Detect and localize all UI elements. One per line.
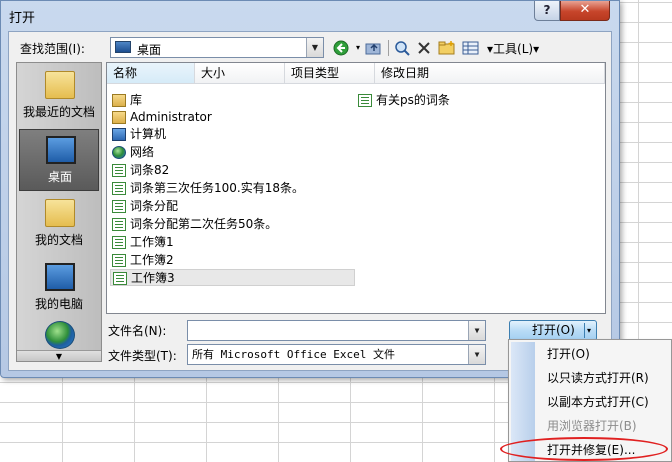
excel-file-icon [358,94,372,107]
list-item[interactable]: Administrator [110,109,212,126]
place-label: 桌面 [47,170,72,184]
user-folder-icon [112,111,126,124]
place-my-documents[interactable]: 我的文档 [19,193,99,255]
file-name: Administrator [130,110,212,124]
lookin-dropdown[interactable]: 桌面 ▼ [110,37,324,58]
excel-file-icon [112,218,126,231]
list-item[interactable]: 库 [110,92,142,109]
search-web-icon[interactable] [393,38,411,58]
list-item[interactable]: 工作簿2 [110,252,174,269]
list-item[interactable]: 词条分配 [110,198,178,215]
back-dropdown-icon[interactable]: ▾ [354,38,362,58]
file-name: 词条分配第二次任务50条。 [130,217,278,231]
documents-folder-icon [45,199,75,227]
chevron-down-icon[interactable]: ▾ [587,321,591,340]
list-item[interactable]: 有关ps的词条 [356,92,450,109]
excel-file-icon [113,272,127,285]
new-folder-icon[interactable] [437,38,457,58]
open-button-divider [584,323,585,338]
excel-file-icon [112,254,126,267]
file-name: 有关ps的词条 [376,93,450,107]
open-button-label: 打开(O) [532,323,575,337]
filename-label: 文件名(N): [108,324,167,338]
column-header-type[interactable]: 项目类型 [285,63,375,84]
list-item[interactable]: 网络 [110,144,154,161]
filetype-value: 所有 Microsoft Office Excel 文件 [192,348,395,361]
list-item[interactable]: 词条82 [110,162,169,179]
chevron-down-icon[interactable]: ▼ [468,321,485,340]
file-name: 工作簿2 [130,253,174,267]
place-label: 我的文档 [34,233,83,247]
file-list[interactable]: 名称 大小 项目类型 修改日期 库 Administrator 计算机 网络 词… [106,62,606,314]
excel-file-icon [112,200,126,213]
recent-folder-icon [45,71,75,99]
excel-file-icon [112,182,126,195]
dialog-titlebar[interactable]: 打开 ? ✕ [1,1,621,31]
column-header-name[interactable]: 名称 [107,63,195,84]
place-label: 我的电脑 [34,297,83,311]
up-folder-icon[interactable] [364,38,384,58]
excel-file-icon [112,164,126,177]
tools-menu[interactable]: ▾工具(L)▾ [487,40,539,57]
list-item[interactable]: 工作簿1 [110,234,174,251]
computer-icon [45,263,75,291]
menu-item-open[interactable]: 打开(O) [547,344,590,364]
menu-item-open-read-only[interactable]: 以只读方式打开(R) [547,368,649,388]
help-button[interactable]: ? [534,1,560,21]
highlight-circle-annotation [500,437,668,461]
list-item[interactable]: 计算机 [110,126,166,143]
place-recent-documents[interactable]: 我最近的文档 [19,65,99,127]
file-name: 工作簿1 [130,235,174,249]
list-item[interactable]: 词条分配第二次任务50条。 [110,216,277,233]
lookin-value: 桌面 [137,43,162,57]
place-my-computer[interactable]: 我的电脑 [19,257,99,319]
desktop-icon [46,136,76,164]
lookin-label: 查找范围(I): [20,42,85,56]
places-bar: 我最近的文档 桌面 我的文档 我的电脑 ▼ [16,62,102,362]
column-header-modified[interactable]: 修改日期 [375,63,605,84]
filename-field[interactable]: ▼ [187,320,486,341]
menu-item-open-as-copy[interactable]: 以副本方式打开(C) [547,392,649,412]
views-icon[interactable] [461,38,481,58]
file-name: 工作簿3 [131,271,175,285]
file-name: 词条分配 [130,199,179,213]
network-globe-icon [45,321,75,349]
file-name: 词条第三次任务100.实有18条。 [130,181,304,195]
toolbar-separator [388,40,389,56]
dialog-title: 打开 [9,11,36,26]
network-icon [112,146,126,159]
close-button[interactable]: ✕ [560,1,610,21]
file-name: 网络 [130,145,155,159]
filetype-dropdown[interactable]: 所有 Microsoft Office Excel 文件 ▼ [187,344,486,365]
computer-icon [112,128,126,141]
file-name: 库 [130,93,143,107]
file-name: 词条82 [130,163,170,177]
place-desktop[interactable]: 桌面 [19,129,99,191]
desktop-icon [115,41,131,53]
open-button[interactable]: 打开(O) ▾ [509,320,597,341]
excel-file-icon [112,236,126,249]
library-icon [112,94,126,107]
filetype-label: 文件类型(T): [108,349,177,363]
list-item[interactable]: 工作簿3 [110,269,355,286]
chevron-down-icon[interactable]: ▼ [306,38,323,57]
chevron-down-icon[interactable]: ▼ [468,345,485,364]
list-item[interactable]: 词条第三次任务100.实有18条。 [110,180,304,197]
places-scroll-down-icon[interactable]: ▼ [17,350,101,361]
file-name: 计算机 [130,127,167,141]
back-icon[interactable] [332,38,350,58]
delete-icon[interactable] [415,38,433,58]
place-label: 我最近的文档 [22,105,95,119]
column-header-size[interactable]: 大小 [195,63,285,84]
menu-item-open-in-browser: 用浏览器打开(B) [547,419,637,433]
